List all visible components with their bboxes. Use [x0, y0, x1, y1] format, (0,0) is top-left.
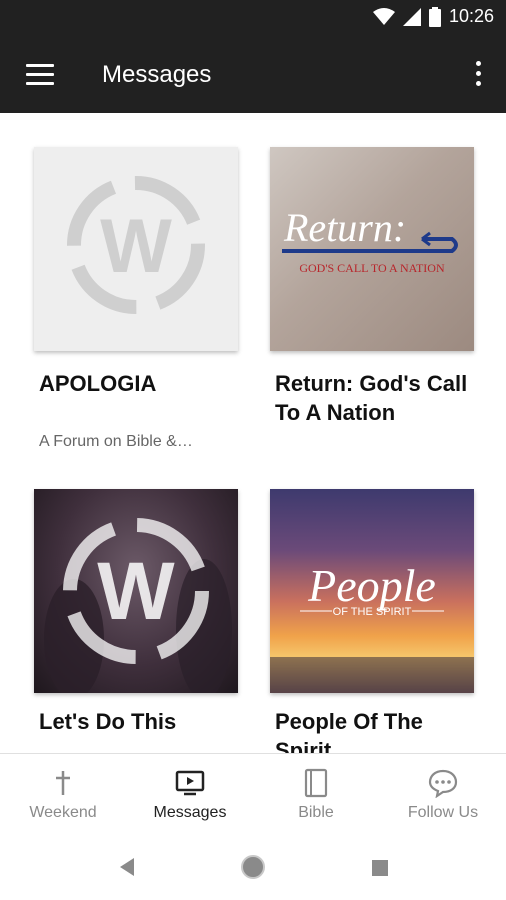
battery-icon [428, 6, 441, 27]
nav-messages[interactable]: Messages [127, 754, 253, 836]
status-icons: 10:26 [372, 6, 494, 27]
wifi-icon [372, 7, 395, 25]
more-options-icon[interactable] [474, 59, 482, 89]
app-bar: Messages [0, 37, 506, 113]
home-icon[interactable] [240, 854, 266, 880]
series-thumbnail: Return: GOD'S CALL TO A NATION [270, 147, 474, 351]
message-card-lets-do-this[interactable]: W Let's Do This [34, 489, 244, 749]
system-navigation-bar [0, 835, 506, 900]
nav-bible[interactable]: Bible [253, 754, 379, 836]
sunset-artwork-image: People OF THE SPIRIT [270, 560, 474, 693]
card-title: Let's Do This [39, 709, 177, 734]
nav-label: Messages [153, 804, 227, 821]
series-thumbnail: W [34, 147, 238, 351]
tv-play-icon [175, 770, 205, 796]
svg-text:W: W [97, 546, 175, 637]
nav-follow-us[interactable]: Follow Us [380, 754, 506, 836]
series-thumbnail: People OF THE SPIRIT [270, 489, 474, 693]
card-title: APOLOGIA [39, 371, 157, 396]
card-title: Return: God's Call To A Nation [275, 371, 468, 425]
artwork-subtitle: GOD'S CALL TO A NATION [299, 261, 445, 275]
nav-label: Bible [298, 804, 334, 821]
bottom-navigation: Weekend Messages Bible Follow Us [0, 753, 506, 836]
artwork-title: Return: [283, 205, 406, 250]
artwork-subtitle: OF THE SPIRIT [333, 606, 412, 618]
recents-icon[interactable] [371, 859, 389, 877]
nav-label: Follow Us [407, 804, 479, 821]
status-bar: 10:26 [0, 0, 506, 37]
message-card-people-of-the-spirit[interactable]: People OF THE SPIRIT People Of The Spiri… [270, 489, 480, 753]
page-title: Messages [102, 61, 212, 88]
back-icon[interactable] [118, 857, 136, 877]
book-icon [304, 768, 328, 798]
cross-icon [56, 771, 70, 795]
status-time: 10:26 [448, 6, 494, 26]
worship-w-logo-image: W [44, 518, 232, 693]
nav-label: Weekend [29, 804, 97, 821]
card-subtitle: A Forum on Bible &… [39, 433, 193, 450]
series-thumbnail: W [34, 489, 238, 693]
card-title: People Of The Spirit [275, 709, 423, 753]
svg-text:W: W [100, 204, 172, 289]
w-logo-icon: W [67, 176, 205, 314]
messages-grid: W APOLOGIA A Forum on Bible &… Return: G… [0, 113, 506, 753]
menu-icon[interactable] [26, 64, 54, 86]
return-artwork-image: Return: GOD'S CALL TO A NATION [282, 205, 458, 275]
nav-weekend[interactable]: Weekend [0, 754, 126, 836]
message-card-apologia[interactable]: W APOLOGIA A Forum on Bible &… [34, 147, 244, 450]
artwork-title: People [307, 560, 436, 611]
signal-icon [402, 7, 421, 26]
chat-bubble-icon [428, 769, 458, 798]
message-card-return[interactable]: Return: GOD'S CALL TO A NATION Return: G… [270, 147, 480, 437]
